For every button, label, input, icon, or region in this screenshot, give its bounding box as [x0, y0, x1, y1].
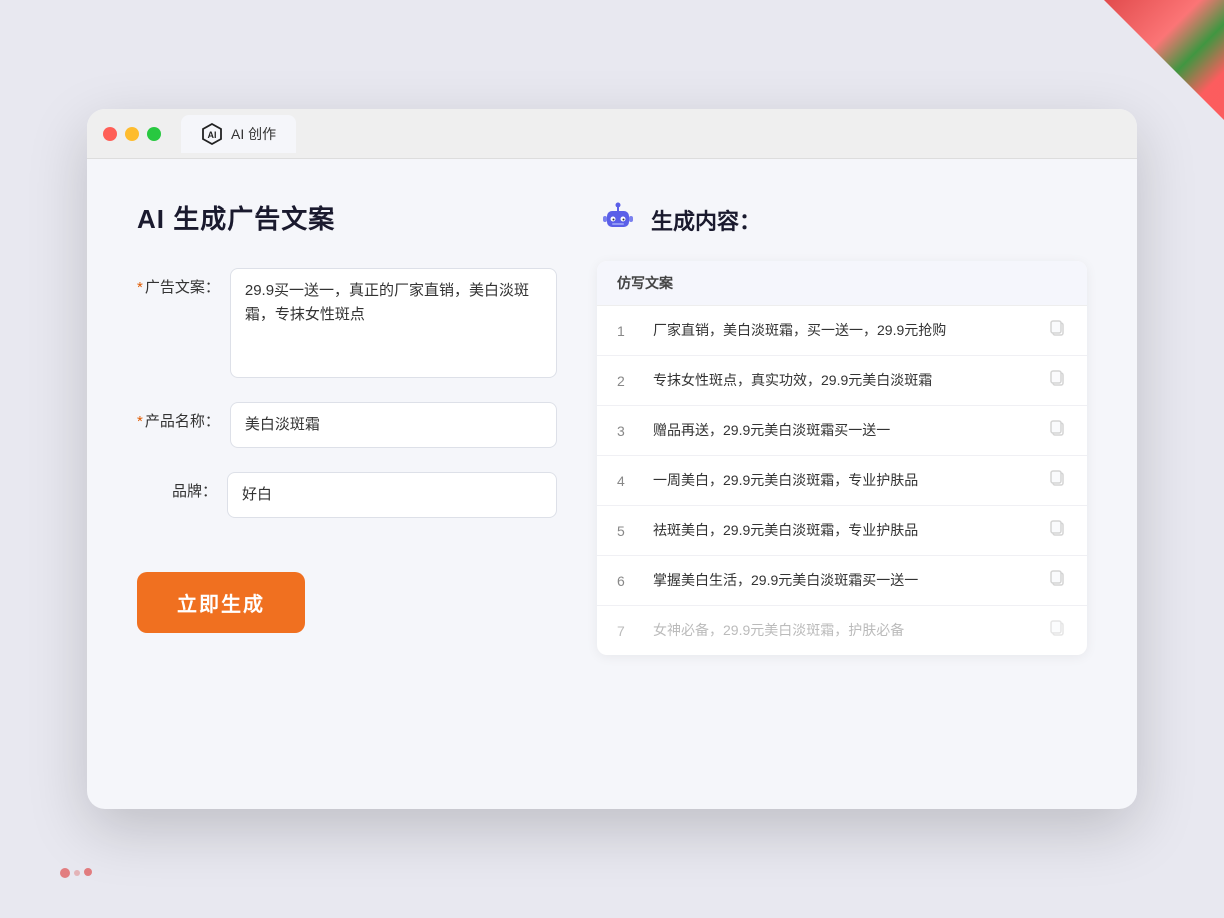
page-title: AI 生成广告文案 [137, 199, 557, 236]
row-number: 2 [617, 373, 637, 389]
row-text: 女神必备，29.9元美白淡斑霜，护肤必备 [653, 620, 1033, 641]
row-text: 赠品再送，29.9元美白淡斑霜买一送一 [653, 420, 1033, 441]
brand-input[interactable] [227, 472, 557, 518]
table-row: 3 赠品再送，29.9元美白淡斑霜买一送一 [597, 406, 1087, 456]
tab-label: AI 创作 [231, 124, 276, 144]
right-panel: 生成内容： 仿写文案 1 厂家直销，美白淡斑霜，买一送一，29.9元抢购 2 专抹女… [597, 199, 1087, 655]
row-number: 5 [617, 523, 637, 539]
row-number: 6 [617, 573, 637, 589]
copy-icon[interactable] [1049, 419, 1067, 442]
copy-icon[interactable] [1049, 569, 1067, 592]
required-star2: * [137, 413, 143, 430]
row-number: 4 [617, 473, 637, 489]
table-row: 2 专抹女性斑点，真实功效，29.9元美白淡斑霜 [597, 356, 1087, 406]
traffic-lights [103, 127, 161, 141]
copy-icon[interactable] [1049, 469, 1067, 492]
ai-tab-icon: AI [201, 123, 223, 145]
brand-label: 品牌： [137, 472, 217, 501]
left-panel: AI 生成广告文案 *广告文案： *产品名称： 品牌： 立 [137, 199, 557, 655]
table-row: 1 厂家直销，美白淡斑霜，买一送一，29.9元抢购 [597, 306, 1087, 356]
brand-group: 品牌： [137, 472, 557, 518]
browser-window: AI AI 创作 AI 生成广告文案 *广告文案： *产品名称： [87, 109, 1137, 809]
minimize-button[interactable] [125, 127, 139, 141]
table-header: 仿写文案 [597, 261, 1087, 306]
table-row: 7 女神必备，29.9元美白淡斑霜，护肤必备 [597, 606, 1087, 655]
copy-icon[interactable] [1049, 619, 1067, 642]
row-text: 一周美白，29.9元美白淡斑霜，专业护肤品 [653, 470, 1033, 491]
robot-icon [597, 199, 639, 241]
row-text: 掌握美白生活，29.9元美白淡斑霜买一送一 [653, 570, 1033, 591]
row-text: 祛斑美白，29.9元美白淡斑霜，专业护肤品 [653, 520, 1033, 541]
copy-icon[interactable] [1049, 369, 1067, 392]
results-table: 仿写文案 1 厂家直销，美白淡斑霜，买一送一，29.9元抢购 2 专抹女性斑点，真实… [597, 261, 1087, 655]
table-body: 1 厂家直销，美白淡斑霜，买一送一，29.9元抢购 2 专抹女性斑点，真实功效，29… [597, 306, 1087, 655]
result-title: 生成内容： [651, 204, 761, 236]
required-star: * [137, 279, 143, 296]
row-number: 7 [617, 623, 637, 639]
ad-copy-label: *广告文案： [137, 268, 220, 297]
ad-copy-group: *广告文案： [137, 268, 557, 378]
row-number: 3 [617, 423, 637, 439]
generate-button[interactable]: 立即生成 [137, 572, 305, 633]
row-number: 1 [617, 323, 637, 339]
result-header: 生成内容： [597, 199, 1087, 241]
tab-ai-create[interactable]: AI AI 创作 [181, 115, 296, 153]
table-row: 4 一周美白，29.9元美白淡斑霜，专业护肤品 [597, 456, 1087, 506]
row-text: 厂家直销，美白淡斑霜，买一送一，29.9元抢购 [653, 320, 1033, 341]
title-bar: AI AI 创作 [87, 109, 1137, 159]
product-name-group: *产品名称： [137, 402, 557, 448]
table-row: 5 祛斑美白，29.9元美白淡斑霜，专业护肤品 [597, 506, 1087, 556]
svg-text:AI: AI [208, 130, 217, 140]
row-text: 专抹女性斑点，真实功效，29.9元美白淡斑霜 [653, 370, 1033, 391]
ad-copy-input[interactable] [230, 268, 557, 378]
copy-icon[interactable] [1049, 519, 1067, 542]
copy-icon[interactable] [1049, 319, 1067, 342]
maximize-button[interactable] [147, 127, 161, 141]
table-row: 6 掌握美白生活，29.9元美白淡斑霜买一送一 [597, 556, 1087, 606]
main-content: AI 生成广告文案 *广告文案： *产品名称： 品牌： 立 [87, 159, 1137, 695]
product-name-label: *产品名称： [137, 402, 220, 431]
close-button[interactable] [103, 127, 117, 141]
product-name-input[interactable] [230, 402, 557, 448]
